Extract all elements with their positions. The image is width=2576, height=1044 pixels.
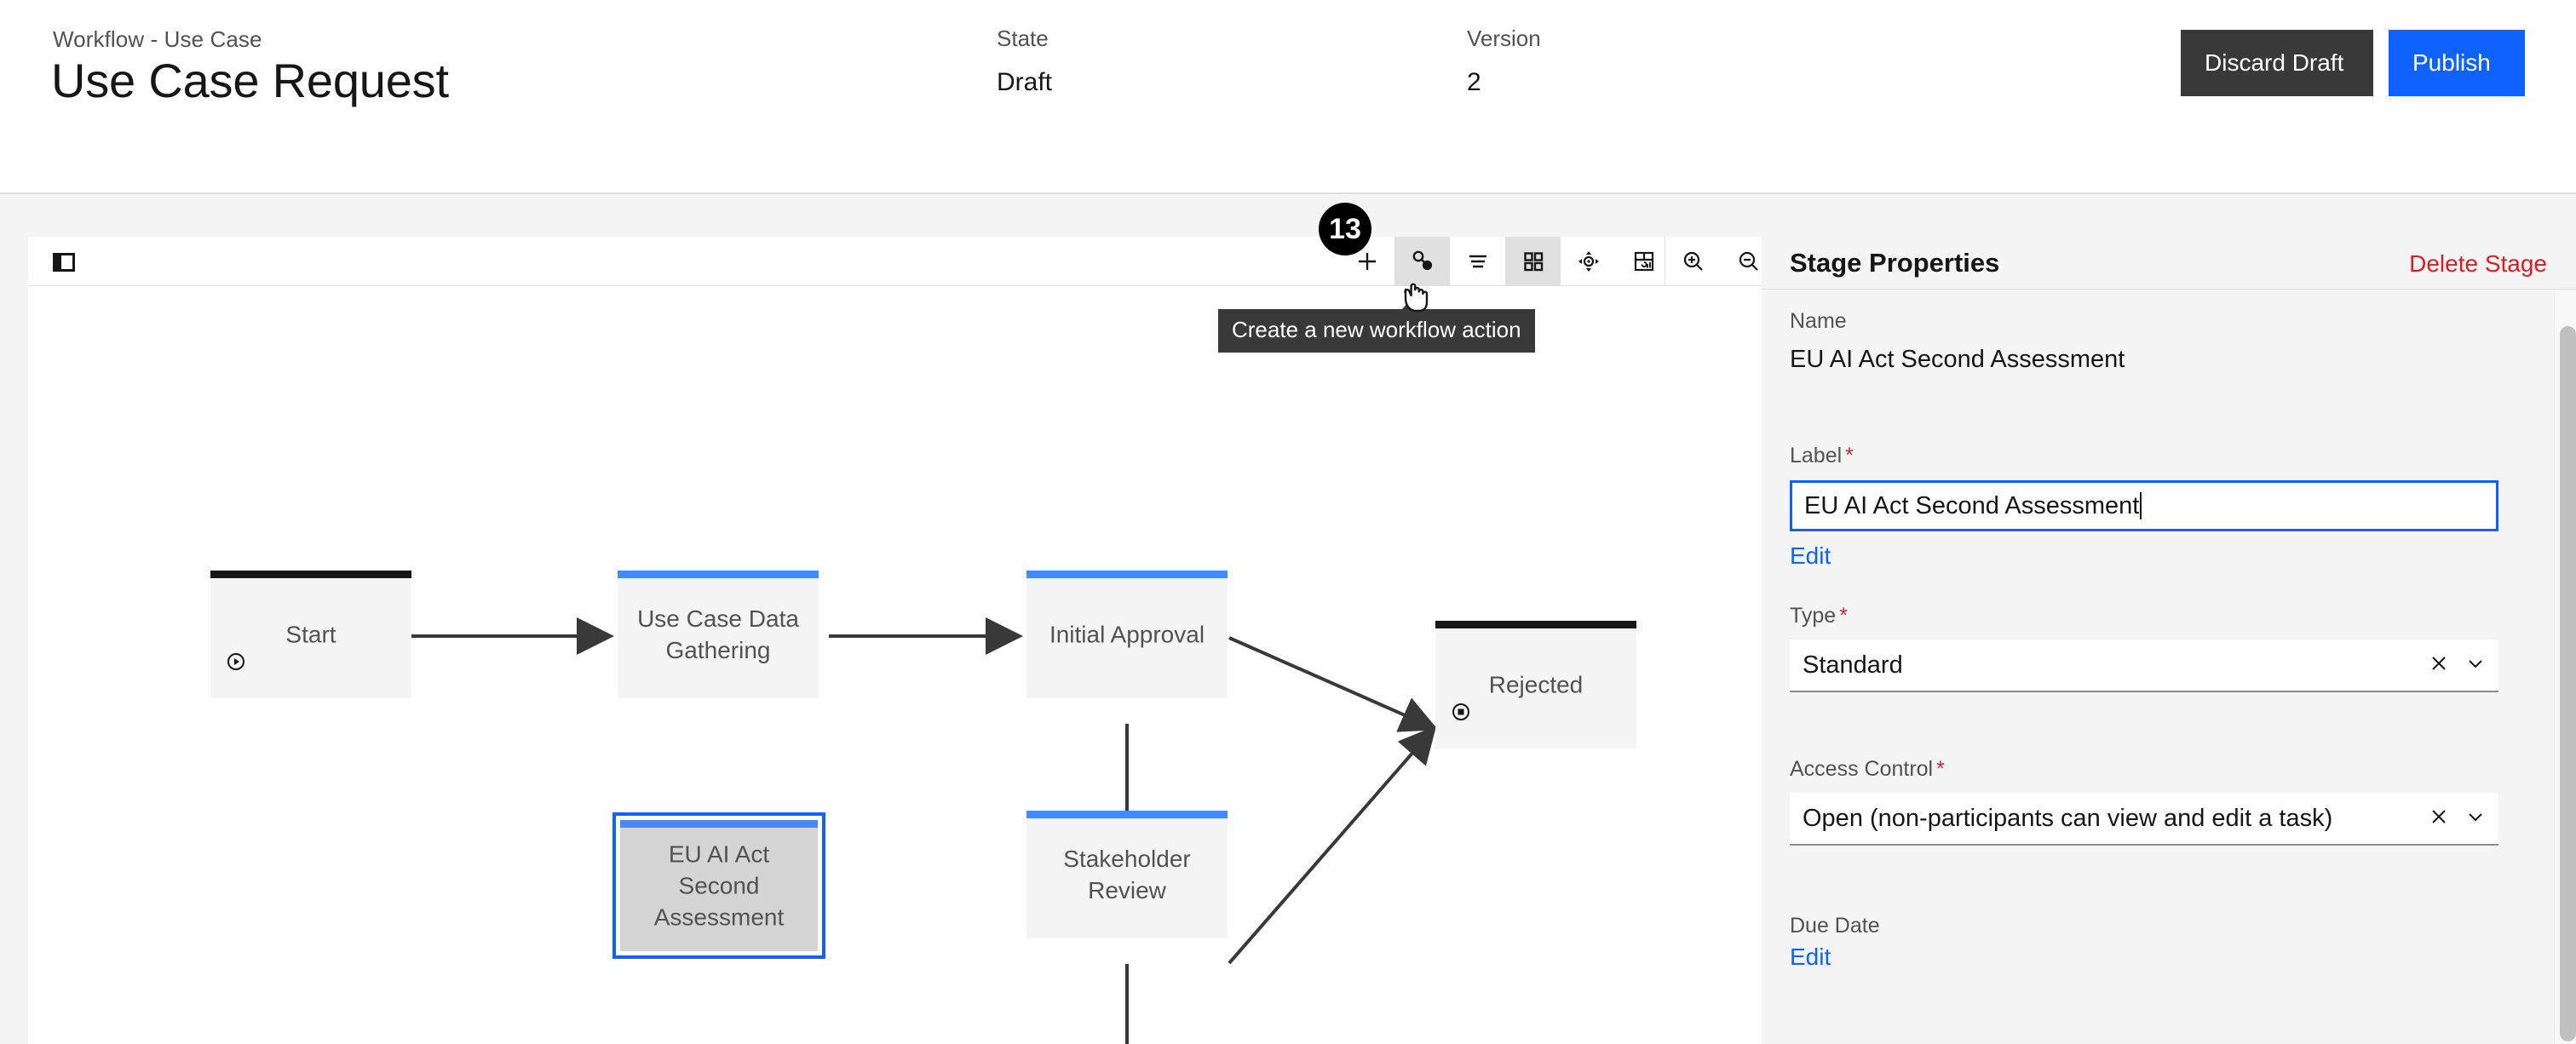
toolbar-zoom-group <box>1665 237 1776 285</box>
node-cap <box>620 820 818 828</box>
access-control-label: Access Control <box>1790 757 1933 781</box>
fit-to-screen-icon <box>1575 248 1602 275</box>
version-label: Version <box>1467 26 1541 52</box>
label-edit-link[interactable]: Edit <box>1790 542 1831 570</box>
panel-scrollbar-thumb[interactable] <box>2560 326 2576 1041</box>
text-caret <box>2140 492 2142 519</box>
workflow-canvas-area: Start Use Case Data Gathering <box>28 237 1762 1044</box>
node-cap <box>210 571 411 578</box>
workflow-node-eu-ai-act-second-assessment[interactable]: EU AI Act Second Assessment <box>612 812 825 959</box>
zoom-in-icon <box>1680 248 1707 275</box>
node-cap <box>1026 811 1228 818</box>
canvas-toolbar <box>28 237 1762 286</box>
panel-title: Stage Properties <box>1790 248 1999 278</box>
node-label: EU AI Act Second Assessment <box>620 839 818 933</box>
align-list-icon <box>1465 249 1491 274</box>
type-select[interactable]: Standard <box>1790 640 2498 692</box>
panel-toggle-icon[interactable] <box>45 244 83 281</box>
node-label: Start <box>210 619 411 651</box>
publish-button[interactable]: Publish <box>2389 30 2525 96</box>
type-select-value: Standard <box>1790 651 1903 680</box>
state-value: Draft <box>997 68 1052 97</box>
version-value: 2 <box>1467 68 1541 97</box>
grid-icon <box>1521 249 1546 274</box>
create-workflow-action-button[interactable] <box>1394 237 1450 285</box>
workflow-node-initial-approval[interactable]: Initial Approval <box>1026 571 1228 698</box>
workflow-node-stakeholder-review[interactable]: Stakeholder Review <box>1026 811 1228 938</box>
workflow-diagram[interactable]: Start Use Case Data Gathering <box>28 286 1762 1044</box>
page-header: Workflow - Use Case Use Case Request Sta… <box>0 0 2576 194</box>
node-cap <box>1435 621 1636 628</box>
required-marker: * <box>1936 757 1945 781</box>
workflow-node-rejected[interactable]: Rejected <box>1435 621 1636 749</box>
align-button[interactable] <box>1450 237 1505 285</box>
page-title: Use Case Request <box>51 53 449 108</box>
node-inner: EU AI Act Second Assessment <box>620 820 818 951</box>
chevron-down-icon[interactable] <box>2464 806 2487 832</box>
label-input-value: EU AI Act Second Assessment <box>1804 492 2139 520</box>
workflow-node-start[interactable]: Start <box>210 571 411 698</box>
discard-draft-button[interactable]: Discard Draft <box>2181 30 2373 96</box>
due-date-label: Due Date <box>1790 914 2498 938</box>
grid-layout-button[interactable] <box>1505 237 1561 285</box>
required-marker: * <box>1845 444 1854 468</box>
access-control-label-row: Access Control* <box>1790 757 2498 782</box>
node-label: Initial Approval <box>1026 619 1228 651</box>
name-label: Name <box>1790 309 2498 334</box>
fit-to-screen-button[interactable] <box>1561 237 1616 285</box>
label-label: Label <box>1790 444 1842 468</box>
zoom-in-button[interactable] <box>1665 237 1721 285</box>
type-select-actions <box>2429 640 2487 691</box>
field-type: Type* Standard <box>1790 604 2498 692</box>
node-cap <box>1026 571 1228 578</box>
node-label: Use Case Data Gathering <box>618 603 819 666</box>
mini-map-button[interactable] <box>1616 237 1671 285</box>
state-label: State <box>997 26 1052 52</box>
state-meta: State Draft <box>997 26 1052 97</box>
stop-circle-icon <box>1451 702 1471 726</box>
access-control-select-value: Open (non-participants can view and edit… <box>1790 805 2332 833</box>
toolbar-tooltip: Create a new workflow action <box>1218 309 1535 353</box>
toolbar-primary-group <box>1339 237 1671 285</box>
node-label: Rejected <box>1435 669 1636 701</box>
workflow-action-icon <box>1409 248 1436 275</box>
name-value: EU AI Act Second Assessment <box>1790 346 2498 374</box>
app-root: Workflow - Use Case Use Case Request Sta… <box>0 0 2576 1044</box>
zoom-out-icon <box>1735 248 1762 275</box>
field-due-date: Due Date Edit <box>1790 914 2498 971</box>
label-input[interactable]: EU AI Act Second Assessment <box>1790 480 2498 531</box>
type-label: Type <box>1790 604 1836 628</box>
access-control-select[interactable]: Open (non-participants can view and edit… <box>1790 793 2498 846</box>
panel-header: Stage Properties Delete Stage <box>1762 237 2576 290</box>
panel-scrollbar[interactable] <box>2554 290 2576 1044</box>
node-label: Stakeholder Review <box>1026 843 1228 906</box>
delete-stage-button[interactable]: Delete Stage <box>2409 250 2547 278</box>
layout-panels-icon <box>1631 249 1657 274</box>
field-access-control: Access Control* Open (non-participants c… <box>1790 757 2498 846</box>
workflow-node-use-case-data-gathering[interactable]: Use Case Data Gathering <box>618 571 819 698</box>
label-label-row: Label* <box>1790 444 2498 468</box>
chevron-down-icon[interactable] <box>2464 652 2487 679</box>
type-label-row: Type* <box>1790 604 2498 628</box>
required-marker: * <box>1839 604 1848 628</box>
due-date-edit-link[interactable]: Edit <box>1790 944 1831 971</box>
version-meta: Version 2 <box>1467 26 1541 97</box>
clear-icon[interactable] <box>2429 806 2449 831</box>
access-control-select-actions <box>2429 793 2487 844</box>
field-label: Label* EU AI Act Second Assessment Edit <box>1790 444 2498 570</box>
breadcrumb: Workflow - Use Case <box>53 26 262 53</box>
play-circle-icon <box>226 651 246 676</box>
field-name: Name EU AI Act Second Assessment <box>1790 309 2498 374</box>
panel-body: Name EU AI Act Second Assessment Label* … <box>1762 290 2576 1044</box>
stage-properties-panel: Stage Properties Delete Stage Name EU AI… <box>1762 237 2576 1044</box>
clear-icon[interactable] <box>2429 653 2449 678</box>
node-cap <box>618 571 819 578</box>
step-badge: 13 <box>1319 203 1371 255</box>
